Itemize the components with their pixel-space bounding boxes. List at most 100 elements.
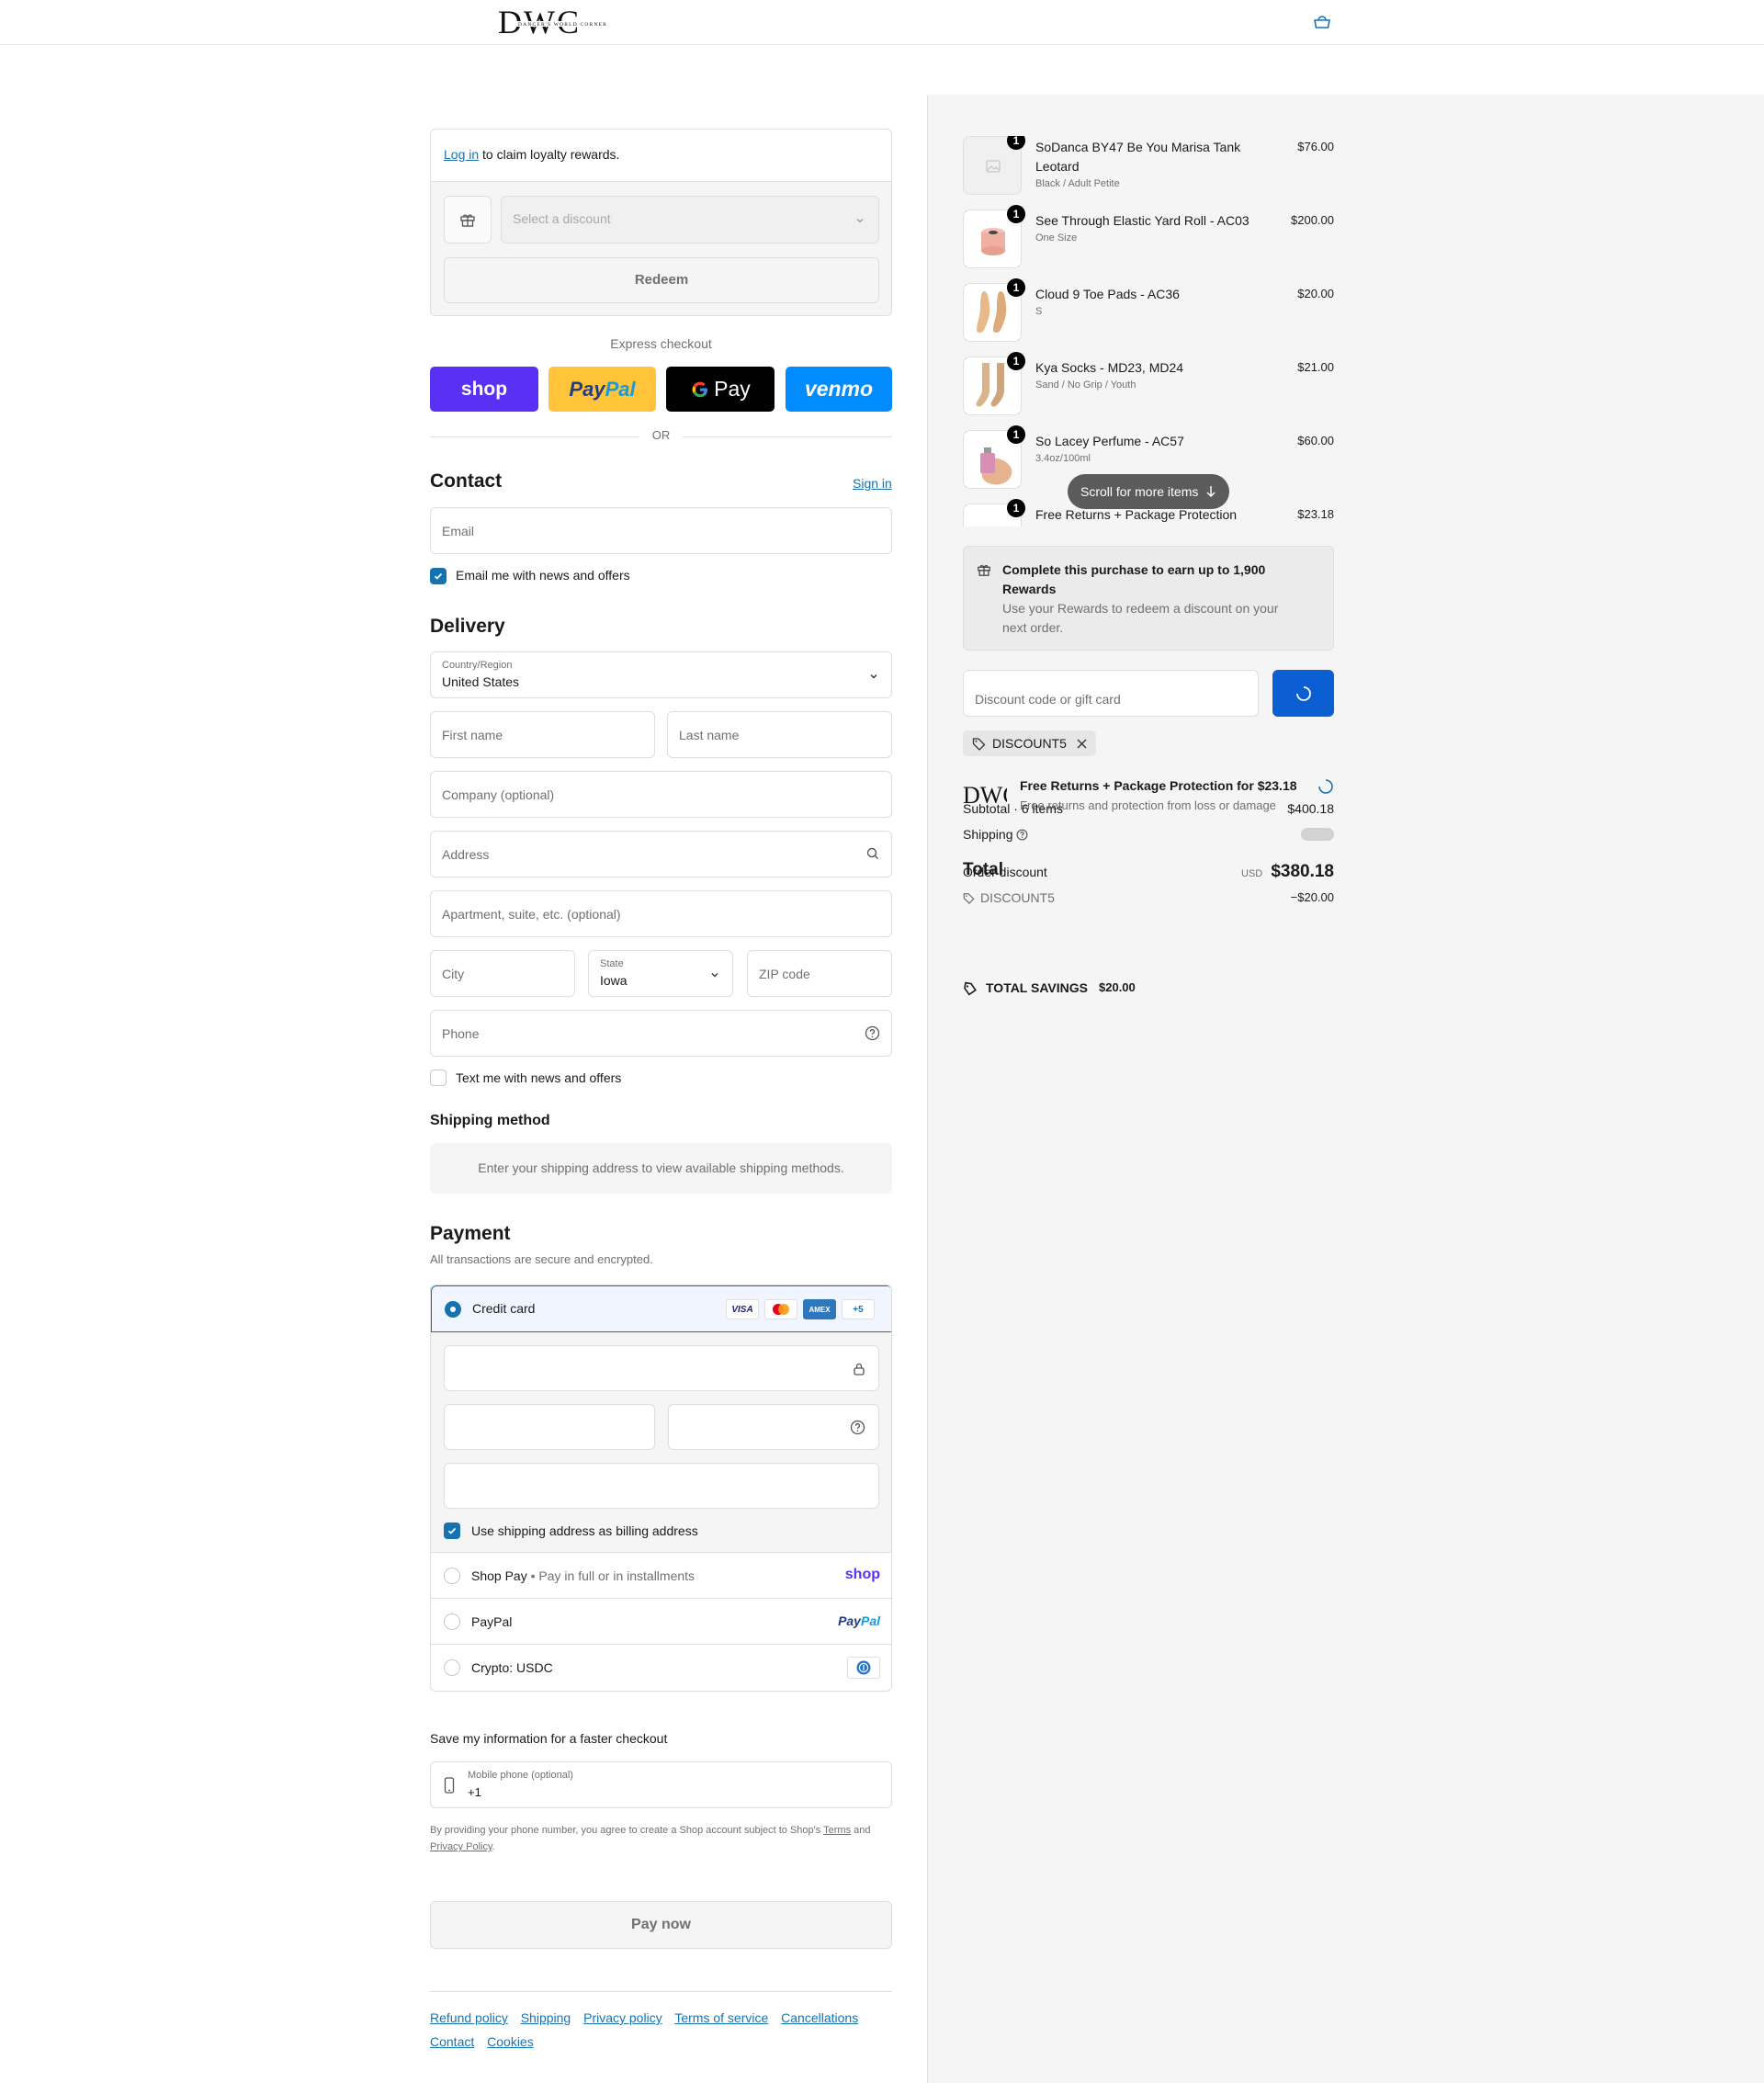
or-divider: OR bbox=[430, 428, 892, 445]
email-news-label: Email me with news and offers bbox=[456, 568, 630, 583]
shipping-link[interactable]: Shipping bbox=[521, 2010, 571, 2025]
address-placeholder: Address bbox=[442, 847, 490, 862]
company-field[interactable]: Company (optional) bbox=[430, 771, 892, 818]
shipping-row: Shipping bbox=[963, 827, 1334, 842]
cart-bag-icon[interactable] bbox=[1312, 13, 1332, 31]
refund-policy-link[interactable]: Refund policy bbox=[430, 2010, 508, 2025]
quantity-badge: 1 bbox=[1007, 205, 1025, 223]
city-field[interactable]: City bbox=[430, 950, 575, 997]
name-on-card-field[interactable] bbox=[444, 1463, 879, 1509]
subtotal-label: Subtotal · 6 items bbox=[963, 801, 1063, 816]
redeem-button[interactable]: Redeem bbox=[444, 257, 879, 303]
credit-card-radio[interactable] bbox=[445, 1301, 461, 1318]
express-checkout-label: Express checkout bbox=[610, 336, 712, 351]
zip-field[interactable]: ZIP code bbox=[747, 950, 892, 997]
quantity-badge: 1 bbox=[1007, 278, 1025, 297]
phone-placeholder: Phone bbox=[442, 1026, 480, 1041]
text-news-label: Text me with news and offers bbox=[456, 1070, 622, 1085]
top-bar: DWC DANCER'S WORLD CORNER bbox=[0, 0, 1764, 45]
svg-text:DANCER'S WORLD CORNER: DANCER'S WORLD CORNER bbox=[518, 22, 607, 28]
loading-spinner-icon bbox=[1295, 685, 1311, 701]
paypal-radio[interactable] bbox=[444, 1613, 460, 1630]
delivery-heading: Delivery bbox=[430, 616, 505, 637]
total-savings-value: $20.00 bbox=[1099, 980, 1136, 994]
shipping-method-heading: Shipping method bbox=[430, 1113, 550, 1128]
terms-of-service-link[interactable]: Terms of service bbox=[674, 2010, 768, 2025]
discount-select[interactable]: Select a discount bbox=[501, 196, 879, 243]
crypto-label: Crypto: USDC bbox=[471, 1660, 553, 1675]
search-icon bbox=[866, 847, 878, 859]
last-name-field[interactable]: Last name bbox=[667, 711, 892, 758]
help-icon[interactable] bbox=[865, 1025, 880, 1041]
shop-pay-logo: shop bbox=[844, 1567, 880, 1582]
venmo-button[interactable]: venmo bbox=[786, 367, 892, 412]
checkmark-icon bbox=[447, 1527, 457, 1534]
shipping-label: Shipping bbox=[963, 827, 1013, 842]
visa-badge-text: VISA bbox=[731, 1304, 753, 1315]
paypal-option[interactable]: PayPal PayPal bbox=[431, 1599, 891, 1645]
address-field[interactable]: Address bbox=[430, 831, 892, 877]
pay-now-button[interactable]: Pay now bbox=[430, 1901, 892, 1949]
discount-code-input[interactable]: Discount code or gift card bbox=[963, 670, 1259, 717]
contact-heading: Contact bbox=[430, 470, 503, 492]
state-select[interactable]: State Iowa bbox=[588, 950, 733, 997]
cookies-link[interactable]: Cookies bbox=[487, 2034, 534, 2049]
google-pay-label: Pay bbox=[714, 377, 751, 401]
payment-methods: Credit card VISA AMEX +5 Use shipping ad… bbox=[430, 1285, 892, 1692]
help-icon[interactable] bbox=[850, 1420, 865, 1435]
sign-in-link[interactable]: Sign in bbox=[853, 476, 892, 491]
apartment-field[interactable]: Apartment, suite, etc. (optional) bbox=[430, 890, 892, 937]
country-select[interactable]: Country/Region United States bbox=[430, 651, 892, 698]
close-icon[interactable] bbox=[1077, 739, 1087, 749]
email-field[interactable]: Email bbox=[430, 507, 892, 554]
credit-card-label: Credit card bbox=[472, 1301, 536, 1316]
phone-field[interactable]: Phone bbox=[430, 1010, 892, 1057]
paypal-button[interactable]: Pay Pal bbox=[548, 367, 656, 412]
or-text: OR bbox=[651, 428, 671, 442]
first-name-field[interactable]: First name bbox=[430, 711, 655, 758]
shop-pay-name: Shop Pay bbox=[471, 1568, 527, 1583]
order-items-list[interactable]: 1 SoDanca BY47 Be You Marisa Tank Leotar… bbox=[963, 136, 1334, 526]
privacy-policy-footer-link[interactable]: Privacy policy bbox=[583, 2010, 662, 2025]
country-label: Country/Region bbox=[442, 660, 513, 671]
terms-link[interactable]: Terms bbox=[823, 1825, 851, 1836]
list-item: 1 SoDanca BY47 Be You Marisa Tank Leotar… bbox=[963, 136, 1334, 197]
security-code-field[interactable] bbox=[668, 1404, 879, 1450]
scroll-for-more-button[interactable]: Scroll for more items bbox=[1068, 474, 1229, 509]
expiry-field[interactable] bbox=[444, 1404, 655, 1450]
google-pay-button[interactable]: Pay bbox=[666, 367, 775, 412]
apply-discount-button[interactable] bbox=[1272, 670, 1334, 717]
chevron-down-icon bbox=[856, 219, 864, 223]
mobile-phone-icon bbox=[444, 1777, 455, 1794]
more-cards-badge: +5 bbox=[842, 1299, 875, 1319]
shop-pay-option[interactable]: Shop Pay • Pay in full or in installment… bbox=[431, 1553, 891, 1599]
list-item: 1 Cloud 9 Toe Pads - AC36 S $20.00 bbox=[963, 278, 1334, 344]
shop-pay-button[interactable]: shop bbox=[430, 367, 538, 412]
paypal-logo-pal: Pal bbox=[860, 1613, 880, 1628]
email-news-checkbox[interactable] bbox=[430, 568, 447, 584]
billing-address-checkbox[interactable] bbox=[444, 1523, 460, 1539]
subtotal-value: $400.18 bbox=[1287, 801, 1334, 816]
privacy-policy-link[interactable]: Privacy Policy bbox=[430, 1841, 492, 1852]
card-number-field[interactable] bbox=[444, 1345, 879, 1391]
crypto-radio[interactable] bbox=[444, 1659, 460, 1676]
crypto-option[interactable]: Crypto: USDC bbox=[431, 1645, 891, 1691]
legal-text: By providing your phone number, you agre… bbox=[430, 1822, 892, 1855]
shop-pay-radio[interactable] bbox=[444, 1568, 460, 1584]
contact-link[interactable]: Contact bbox=[430, 2034, 474, 2049]
loyalty-login-row: Log in to claim loyalty rewards. bbox=[431, 130, 891, 182]
usdc-icon bbox=[847, 1657, 880, 1679]
cancellations-link[interactable]: Cancellations bbox=[781, 2010, 858, 2025]
footer-links: Refund policy Shipping Privacy policy Te… bbox=[430, 2006, 892, 2054]
legal-text-end: . bbox=[492, 1841, 495, 1852]
help-icon[interactable] bbox=[1016, 829, 1028, 841]
text-news-checkbox[interactable] bbox=[430, 1070, 447, 1086]
login-link[interactable]: Log in bbox=[444, 147, 479, 162]
arrow-down-icon bbox=[1206, 486, 1216, 497]
rewards-subtitle: Use your Rewards to redeem a discount on… bbox=[1002, 601, 1279, 635]
product-price: $23.18 bbox=[1297, 507, 1334, 521]
loyalty-login-text: to claim loyalty rewards. bbox=[479, 147, 620, 162]
store-logo[interactable]: DWC DANCER'S WORLD CORNER bbox=[498, 4, 621, 40]
mobile-phone-field[interactable]: Mobile phone (optional) +1 bbox=[430, 1761, 892, 1808]
credit-card-option[interactable]: Credit card VISA AMEX +5 bbox=[431, 1285, 891, 1332]
